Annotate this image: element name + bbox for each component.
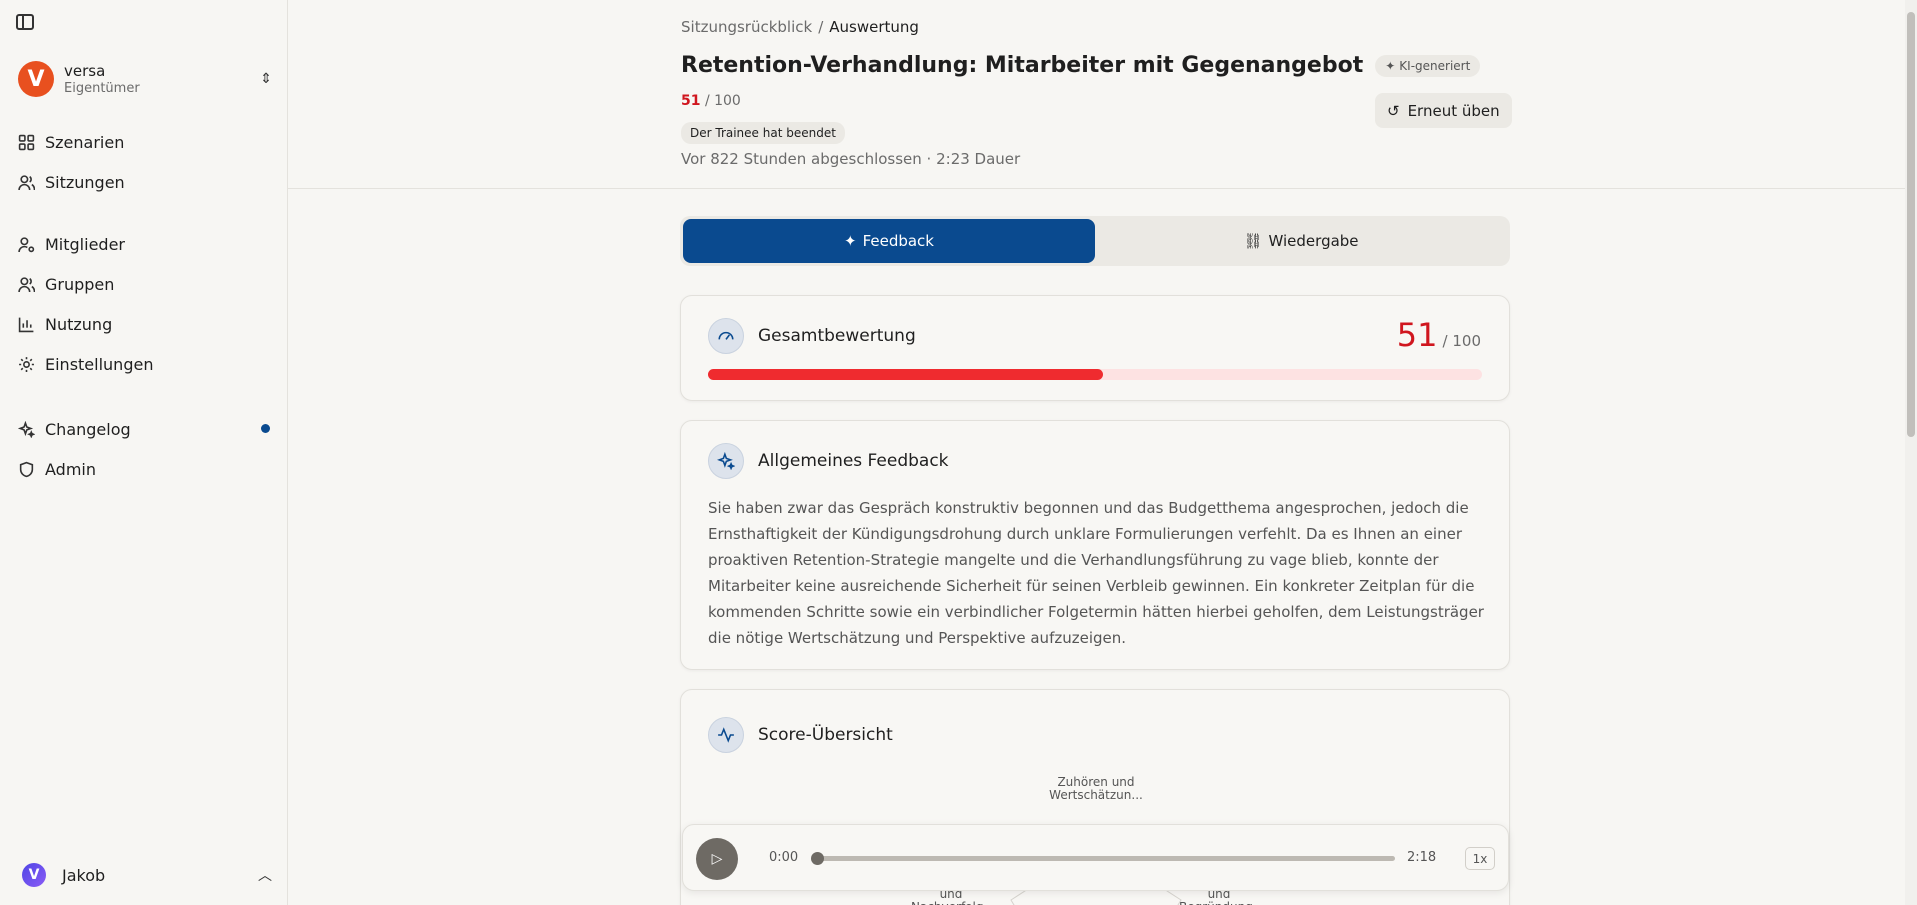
audio-player: ▷ 0:00 2:18 1x <box>682 824 1509 891</box>
user-name: Jakob <box>62 865 106 885</box>
chevron-up-down-icon: ⇕ <box>260 71 272 87</box>
scrollbar-thumb[interactable] <box>1907 12 1915 437</box>
score-progress-fill <box>708 369 1103 380</box>
gauge-icon <box>708 318 744 354</box>
users-icon <box>18 174 35 191</box>
workspace-switcher[interactable]: V versa Eigentümer ⇕ <box>18 60 272 98</box>
grid-icon <box>18 134 35 151</box>
sidebar-item-label: Szenarien <box>45 132 125 152</box>
sidebar-item-label: Sitzungen <box>45 172 125 192</box>
retry-label: Erneut üben <box>1407 101 1500 120</box>
sidebar-item-label: Nutzung <box>45 314 113 334</box>
overall-score: 51 / 100 <box>1397 316 1481 354</box>
sidebar-item-nutzung[interactable]: Nutzung <box>0 304 288 344</box>
sidebar-item-einstellungen[interactable]: Einstellungen <box>0 344 288 384</box>
play-button[interactable]: ▷ <box>696 838 738 880</box>
chevron-up-icon: ︿ <box>258 868 272 884</box>
overall-title: Gesamtbewertung <box>758 326 916 346</box>
notification-dot <box>261 424 270 433</box>
ai-generated-badge: ✦ KI-generiert <box>1375 54 1481 77</box>
breadcrumb: Sitzungsrückblick / Auswertung <box>681 18 919 36</box>
sidebar-item-changelog[interactable]: Changelog <box>0 409 288 449</box>
workspace-avatar: V <box>18 61 54 97</box>
breadcrumb-separator: / <box>818 18 824 36</box>
nav-primary: Szenarien Sitzungen <box>0 122 288 202</box>
view-tabs: ✦ Feedback ⛓ Wiedergabe <box>680 216 1510 266</box>
rotate-ccw-icon: ↺ <box>1387 101 1400 120</box>
sidebar-item-label: Mitglieder <box>45 234 125 254</box>
sidebar-item-label: Changelog <box>45 419 131 439</box>
sidebar-toggle-icon[interactable] <box>16 14 34 30</box>
scores-title: Score-Übersicht <box>758 725 893 745</box>
ai-badge-label: KI-generiert <box>1399 58 1471 73</box>
user-avatar: V <box>22 863 46 887</box>
feedback-title: Allgemeines Feedback <box>758 451 949 471</box>
sparkles-icon: ✦ <box>843 232 857 250</box>
overall-score-max: / 100 <box>1442 332 1481 350</box>
link-icon: ⛓ <box>1243 232 1263 250</box>
playback-track[interactable] <box>814 856 1395 861</box>
feedback-text: Sie haben zwar das Gespräch konstruktiv … <box>708 499 1484 647</box>
nav-admin: Mitglieder Gruppen Nutzung Einstellungen <box>0 224 288 384</box>
sparkles-icon <box>18 420 35 438</box>
sidebar-item-label: Admin <box>45 459 96 479</box>
users-icon <box>18 276 35 293</box>
header-score-value: 51 <box>681 93 701 109</box>
overall-score-card: Gesamtbewertung 51 / 100 <box>680 295 1510 401</box>
sidebar-item-gruppen[interactable]: Gruppen <box>0 264 288 304</box>
overall-score-value: 51 <box>1396 316 1438 354</box>
page-scrollbar[interactable] <box>1905 0 1917 905</box>
header-score: 51 / 100 <box>681 93 741 109</box>
total-time: 2:18 <box>1407 850 1437 865</box>
sidebar-item-admin[interactable]: Admin <box>0 449 288 489</box>
header-score-max: / 100 <box>704 93 741 109</box>
sparkles-icon <box>708 443 744 479</box>
sidebar-item-sitzungen[interactable]: Sitzungen <box>0 162 288 202</box>
breadcrumb-current: Auswertung <box>829 18 919 36</box>
tab-wiedergabe[interactable]: ⛓ Wiedergabe <box>1095 219 1507 263</box>
status-badge: Der Trainee hat beendet <box>681 122 845 144</box>
playback-handle[interactable] <box>811 852 824 865</box>
shield-icon <box>18 461 35 478</box>
session-meta: Vor 822 Stunden abgeschlossen · 2:23 Dau… <box>681 150 1021 168</box>
sidebar-item-label: Gruppen <box>45 274 115 294</box>
retry-button[interactable]: ↺ Erneut üben <box>1375 93 1512 128</box>
user-cog-icon <box>18 236 35 253</box>
sidebar-item-mitglieder[interactable]: Mitglieder <box>0 224 288 264</box>
workspace-role: Eigentümer <box>64 81 140 96</box>
playback-speed-button[interactable]: 1x <box>1465 847 1495 870</box>
page-header: Sitzungsrückblick / Auswertung Retention-V… <box>288 0 1905 189</box>
sparkles-icon: ✦ <box>1385 58 1396 73</box>
workspace-name: versa <box>64 62 106 80</box>
general-feedback-card: Allgemeines Feedback Sie haben zwar das … <box>680 420 1510 670</box>
radar-label-top: Zuhören und Wertschätzun... <box>1049 775 1143 802</box>
tab-feedback[interactable]: ✦ Feedback <box>683 219 1095 263</box>
gear-icon <box>18 356 35 373</box>
activity-icon <box>708 717 744 753</box>
nav-meta: Changelog Admin <box>0 409 288 489</box>
tab-label: Feedback <box>862 232 934 250</box>
score-progress-track <box>708 369 1482 380</box>
sidebar-item-szenarien[interactable]: Szenarien <box>0 122 288 162</box>
tab-label: Wiedergabe <box>1268 232 1359 250</box>
sidebar: V versa Eigentümer ⇕ Szenarien Sitzungen… <box>0 0 288 905</box>
bar-chart-icon <box>18 316 35 333</box>
breadcrumb-parent[interactable]: Sitzungsrückblick <box>681 18 812 36</box>
current-time: 0:00 <box>769 850 799 865</box>
sidebar-item-label: Einstellungen <box>45 354 154 374</box>
main-content: ✦ Feedback ⛓ Wiedergabe Gesamtbewertung … <box>680 216 1510 905</box>
page-title: Retention-Verhandlung: Mitarbeiter mit G… <box>681 53 1364 78</box>
user-menu[interactable]: V Jakob ︿ <box>22 860 272 890</box>
play-icon: ▷ <box>711 851 723 867</box>
